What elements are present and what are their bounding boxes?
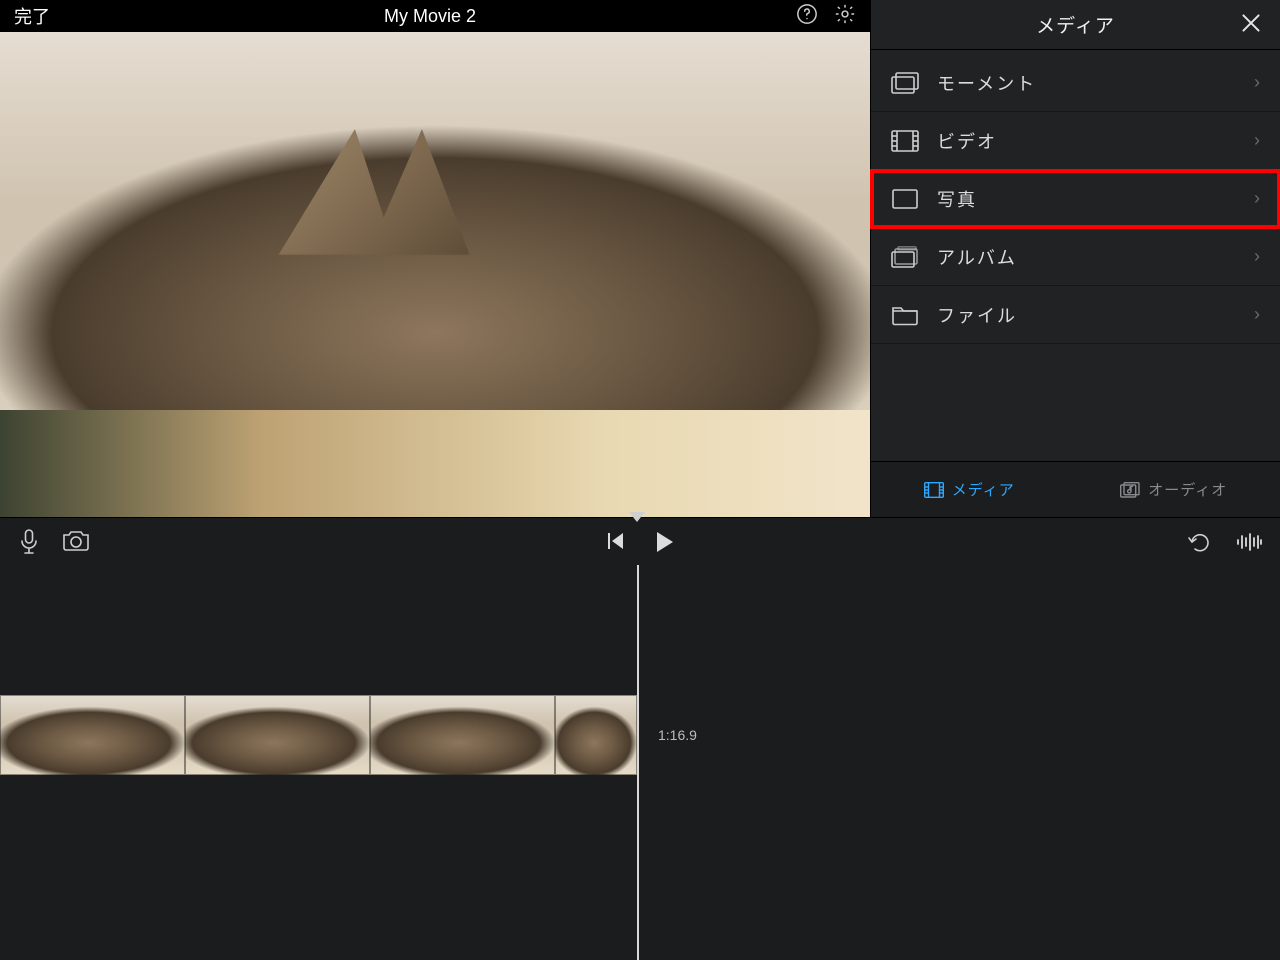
media-panel-header: メディア <box>871 0 1280 50</box>
preview-frame-image <box>0 32 870 517</box>
media-panel-title: メディア <box>1036 11 1115 38</box>
titlebar: 完了 My Movie 2 <box>0 0 870 32</box>
video-clip[interactable] <box>0 695 637 775</box>
media-item-moments[interactable]: モーメント › <box>871 54 1280 112</box>
media-panel-tabs: メディア オーディオ <box>871 461 1280 517</box>
preview-canvas[interactable] <box>0 32 870 517</box>
media-item-files[interactable]: ファイル › <box>871 286 1280 344</box>
media-item-label: モーメント <box>937 70 1254 96</box>
chevron-right-icon: › <box>1254 188 1262 209</box>
media-item-photos[interactable]: 写真 › <box>871 170 1280 228</box>
clip-thumbnail <box>185 695 370 775</box>
tab-media[interactable]: メディア <box>924 479 1015 500</box>
chevron-right-icon: › <box>1254 246 1262 267</box>
tab-audio-label: オーディオ <box>1148 479 1227 500</box>
help-icon[interactable] <box>796 3 818 30</box>
clip-thumbnail <box>0 695 185 775</box>
camera-icon[interactable] <box>62 529 90 555</box>
clip-thumbnail <box>370 695 555 775</box>
playhead-line[interactable] <box>637 565 639 960</box>
media-category-list: モーメント › ビデオ › 写真 › ア <box>871 50 1280 461</box>
video-icon <box>887 130 923 152</box>
media-panel: メディア モーメント › ビデオ › <box>870 0 1280 517</box>
preview-area: 完了 My Movie 2 <box>0 0 870 517</box>
playhead-marker-icon[interactable] <box>629 512 645 522</box>
skip-back-icon[interactable] <box>605 530 627 554</box>
media-item-label: アルバム <box>937 244 1254 270</box>
chevron-right-icon: › <box>1254 304 1262 325</box>
waveform-icon[interactable] <box>1236 532 1262 552</box>
media-item-albums[interactable]: アルバム › <box>871 228 1280 286</box>
done-button[interactable]: 完了 <box>14 7 50 27</box>
chevron-right-icon: › <box>1254 72 1262 93</box>
tab-audio[interactable]: オーディオ <box>1120 479 1227 500</box>
microphone-icon[interactable] <box>18 529 40 555</box>
close-icon[interactable] <box>1238 10 1264 36</box>
folder-icon <box>887 304 923 326</box>
timeline-time-label: 1:16.9 <box>658 727 697 743</box>
media-item-video[interactable]: ビデオ › <box>871 112 1280 170</box>
media-item-label: ファイル <box>937 302 1254 328</box>
timeline-toolbar <box>0 517 1280 565</box>
album-icon <box>887 246 923 268</box>
clip-thumbnail <box>555 695 637 775</box>
tab-media-label: メディア <box>952 479 1015 500</box>
chevron-right-icon: › <box>1254 130 1262 151</box>
media-item-label: 写真 <box>937 186 1254 212</box>
undo-icon[interactable] <box>1186 532 1212 552</box>
media-item-label: ビデオ <box>937 128 1254 154</box>
moments-icon <box>887 72 923 94</box>
settings-icon[interactable] <box>834 3 856 30</box>
play-icon[interactable] <box>653 530 675 554</box>
top-region: 完了 My Movie 2 メディア <box>0 0 1280 517</box>
project-title: My Movie 2 <box>384 6 476 26</box>
timeline[interactable]: 1:16.9 <box>0 565 1280 960</box>
photo-icon <box>887 189 923 209</box>
